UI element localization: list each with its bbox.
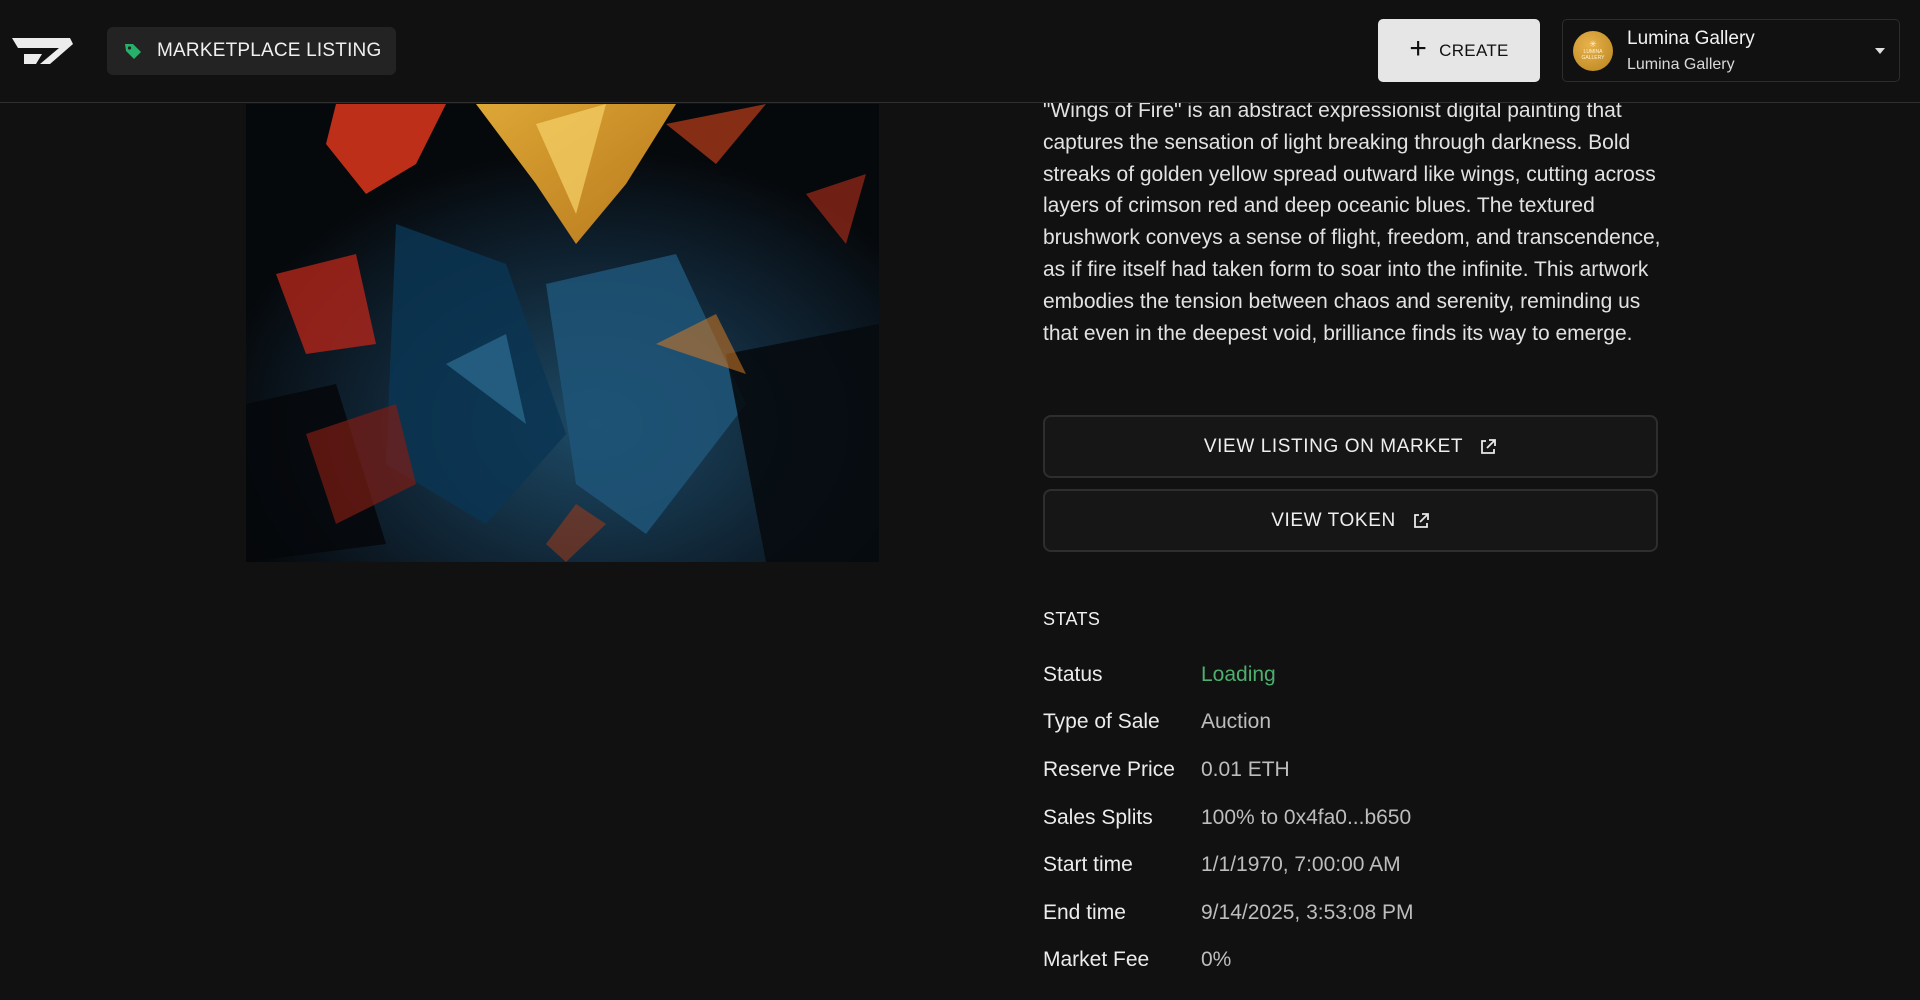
marketplace-listing-badge: MARKETPLACE LISTING <box>107 27 397 75</box>
stat-value: 1/1/1970, 7:00:00 AM <box>1201 853 1401 877</box>
stat-label: Type of Sale <box>1043 710 1160 734</box>
view-token-button[interactable]: VIEW TOKEN <box>1043 489 1658 552</box>
account-switcher[interactable]: ✳ LUMINA GALLERY Lumina Gallery Lumina G… <box>1562 19 1900 82</box>
account-name: Lumina Gallery <box>1627 27 1755 49</box>
stat-value: 0% <box>1201 948 1232 972</box>
stat-value: 100% to 0x4fa0...b650 <box>1201 805 1412 829</box>
artwork-painting <box>246 104 879 562</box>
artwork-image <box>246 104 879 562</box>
avatar: ✳ LUMINA GALLERY <box>1573 30 1613 71</box>
stats-title: STATS <box>1043 609 1101 629</box>
status-value: Loading <box>1201 662 1276 686</box>
plus-icon: + <box>1409 32 1428 65</box>
tag-icon <box>123 41 143 61</box>
stat-row-sales-splits: Sales Splits 100% to 0x4fa0...b650 <box>1043 794 1414 842</box>
brand-logo-icon[interactable] <box>10 34 74 68</box>
stat-label: Market Fee <box>1043 948 1150 972</box>
external-link-icon <box>1481 438 1496 454</box>
listing-description: "Wings of Fire" is an abstract expressio… <box>1043 99 1661 345</box>
stat-row-status: Status Loading <box>1043 651 1414 699</box>
stat-row-type-of-sale: Type of Sale Auction <box>1043 699 1414 747</box>
stat-label: Start time <box>1043 853 1133 877</box>
view-token-label: VIEW TOKEN <box>1271 509 1396 531</box>
create-label: CREATE <box>1439 40 1509 60</box>
stat-row-start-time: Start time 1/1/1970, 7:00:00 AM <box>1043 841 1414 889</box>
stat-row-end-time: End time 9/14/2025, 3:53:08 PM <box>1043 889 1414 937</box>
stat-row-market-fee: Market Fee 0% <box>1043 937 1414 985</box>
view-listing-on-market-button[interactable]: VIEW LISTING ON MARKET <box>1043 415 1658 478</box>
stat-label: End time <box>1043 900 1126 924</box>
stat-label: Reserve Price <box>1043 757 1175 781</box>
avatar-text: LUMINA GALLERY <box>1581 49 1605 61</box>
chevron-down-icon[interactable] <box>1875 48 1885 54</box>
stats-list: Status Loading Type of Sale Auction Rese… <box>1043 651 1414 984</box>
stat-value: Auction <box>1201 710 1272 734</box>
account-subtitle: Lumina Gallery <box>1627 55 1735 73</box>
badge-label: MARKETPLACE LISTING <box>157 40 382 61</box>
stat-label: Sales Splits <box>1043 805 1153 829</box>
create-button[interactable]: + CREATE <box>1378 19 1540 82</box>
stat-label: Status <box>1043 662 1103 686</box>
stat-value: 9/14/2025, 3:53:08 PM <box>1201 900 1414 924</box>
top-header: MARKETPLACE LISTING + CREATE ✳ LUMINA GA… <box>0 0 1920 103</box>
stat-row-reserve-price: Reserve Price 0.01 ETH <box>1043 746 1414 794</box>
external-link-icon <box>1413 512 1429 528</box>
view-listing-label: VIEW LISTING ON MARKET <box>1203 435 1464 457</box>
stat-value: 0.01 ETH <box>1201 757 1290 781</box>
